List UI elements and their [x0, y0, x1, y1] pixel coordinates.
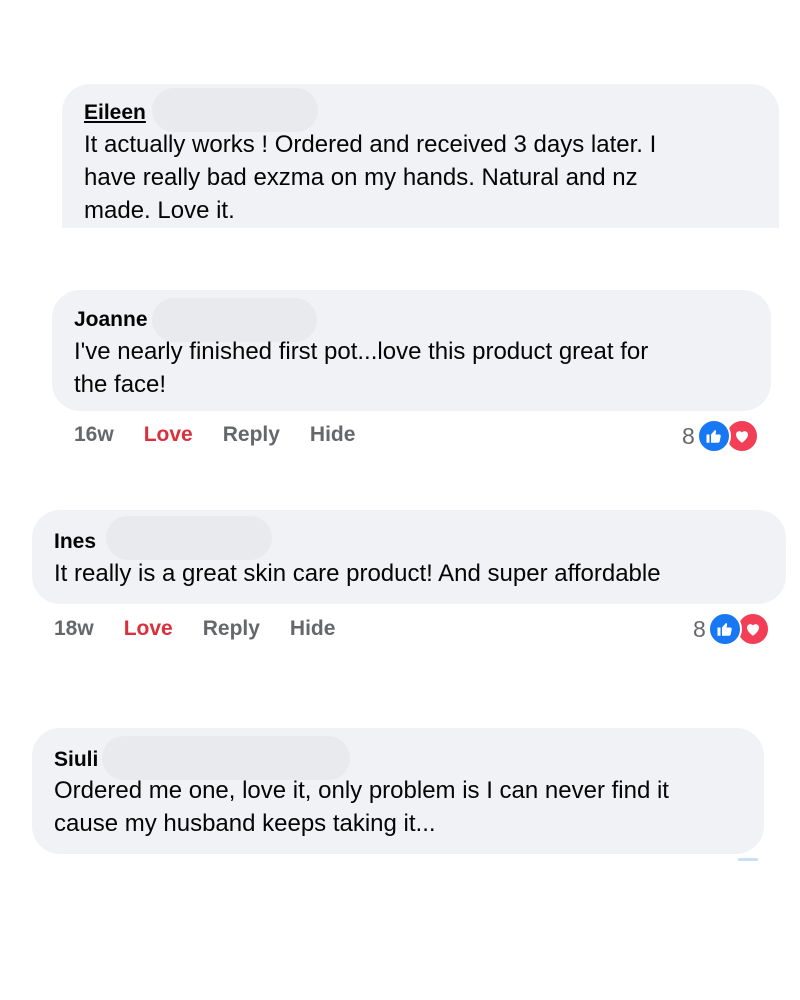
comment-text: It actually works ! Ordered and received… — [84, 128, 656, 227]
comment-text-line: the face! — [74, 371, 167, 398]
comment-text-line: Ordered me one, love it, only problem is… — [54, 777, 669, 804]
comment-author[interactable]: Joanne — [74, 308, 148, 332]
comment-author[interactable]: Ines — [54, 530, 96, 554]
comment-text-line: It actually works ! Ordered and received… — [84, 131, 657, 158]
reaction-summary[interactable]: 8 — [682, 419, 759, 453]
comment-text-line: made. Love it. — [84, 197, 235, 224]
comment-actions: 16w Love Reply Hide — [74, 423, 385, 447]
like-icon — [696, 419, 731, 453]
comment-bubble: Ines It really is a great skin care prod… — [32, 510, 786, 604]
hide-button[interactable]: Hide — [290, 617, 336, 641]
reaction-count: 8 — [693, 615, 706, 642]
comment-timestamp[interactable]: 16w — [74, 423, 114, 447]
comment-text: It really is a great skin care product! … — [54, 557, 661, 590]
comment-text-line: It really is a great skin care product! … — [54, 560, 661, 587]
comment-text-line: have really bad exzma on my hands. Natur… — [84, 164, 638, 191]
comment-text: I've nearly finished first pot...love th… — [74, 335, 648, 401]
reaction-summary[interactable]: 8 — [693, 612, 770, 646]
redacted-name-area — [152, 88, 318, 132]
comment-bubble: Joanne I've nearly finished first pot...… — [52, 290, 771, 411]
comment-timestamp[interactable]: 18w — [54, 617, 94, 641]
reply-button[interactable]: Reply — [203, 617, 260, 641]
comment-author[interactable]: Siuli — [54, 748, 98, 772]
comment-author[interactable]: Eileen — [84, 101, 146, 125]
redacted-name-area — [106, 516, 272, 560]
comment-text: Ordered me one, love it, only problem is… — [54, 774, 669, 840]
reply-button[interactable]: Reply — [223, 423, 280, 447]
reaction-count: 8 — [682, 422, 695, 449]
comment-bubble: Eileen It actually works ! Ordered and r… — [62, 84, 779, 228]
love-reaction-button[interactable]: Love — [124, 617, 173, 641]
partial-reaction-indicator — [738, 858, 758, 861]
hide-button[interactable]: Hide — [310, 423, 356, 447]
comment-actions: 18w Love Reply Hide — [54, 617, 365, 641]
comment-bubble: Siuli Ordered me one, love it, only prob… — [32, 728, 764, 854]
love-reaction-button[interactable]: Love — [144, 423, 193, 447]
comment-text-line: cause my husband keeps taking it... — [54, 810, 436, 837]
comment-text-line: I've nearly finished first pot...love th… — [74, 338, 649, 365]
like-icon — [707, 612, 742, 646]
